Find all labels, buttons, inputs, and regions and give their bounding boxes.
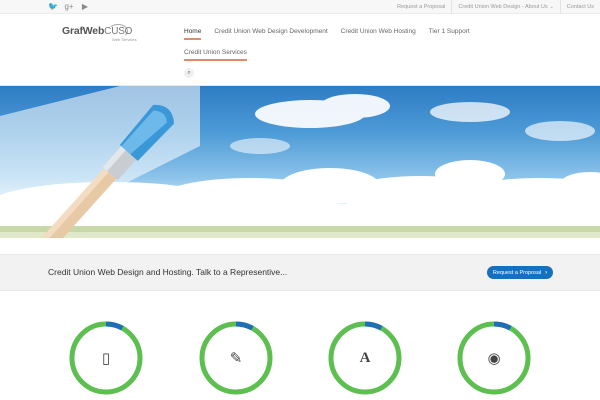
top-links: Request a Proposal Credit Union Web Desi… xyxy=(391,0,600,14)
hero-banner xyxy=(0,86,600,238)
site-logo[interactable]: GrafWebCUSO Web Services xyxy=(62,22,137,44)
chevron-down-icon: ⌄ xyxy=(549,4,554,10)
request-proposal-link[interactable]: Request a Proposal xyxy=(391,0,451,14)
top-bar: 🐦 g+ ▶ Request a Proposal Credit Union W… xyxy=(0,0,600,14)
search-button[interactable]: ⌕ xyxy=(184,68,194,78)
nav-tier1-support[interactable]: Tier 1 Support xyxy=(429,27,470,37)
nav-web-hosting[interactable]: Credit Union Web Hosting xyxy=(341,27,416,37)
eye-icon: ◉ xyxy=(487,350,501,367)
logo-main-text: GrafWeb xyxy=(62,25,105,37)
youtube-icon[interactable]: ▶ xyxy=(80,1,90,12)
nav-home[interactable]: Home xyxy=(184,27,202,40)
google-plus-icon[interactable]: g+ xyxy=(64,1,74,12)
social-links: 🐦 g+ ▶ xyxy=(48,1,90,12)
cta-text: Credit Union Web Design and Hosting. Tal… xyxy=(48,267,288,277)
request-proposal-button-label: Request a Proposal xyxy=(492,269,542,276)
mobile-icon: ▯ xyxy=(101,350,111,367)
logo-text: GrafWebCUSO xyxy=(62,25,132,37)
logo-subtitle: Web Services xyxy=(112,37,137,42)
contact-us-link[interactable]: Contact Us xyxy=(559,0,600,14)
logo-accent-text: CUSO xyxy=(104,26,133,37)
feature-circle-design[interactable]: ✎ xyxy=(198,320,274,396)
main-nav: Home Credit Union Web Design Development… xyxy=(184,25,470,61)
feature-circle-typography[interactable]: A xyxy=(327,320,403,396)
chevron-right-icon: › xyxy=(545,269,548,276)
hero-image xyxy=(0,86,600,238)
twitter-icon[interactable]: 🐦 xyxy=(48,1,58,12)
site-header: GrafWebCUSO Web Services Home Credit Uni… xyxy=(0,14,600,86)
search-icon: ⌕ xyxy=(187,69,191,76)
pencil-icon: ✎ xyxy=(229,350,243,367)
cta-band: Credit Union Web Design and Hosting. Tal… xyxy=(0,254,600,291)
nav-services[interactable]: Credit Union Services xyxy=(184,48,247,61)
request-proposal-button[interactable]: Request a Proposal › xyxy=(487,266,553,279)
nav-web-design[interactable]: Credit Union Web Design Development xyxy=(214,27,327,37)
about-us-link-label: Credit Union Web Design - About Us xyxy=(458,4,548,10)
font-icon: A xyxy=(359,349,371,366)
about-us-link[interactable]: Credit Union Web Design - About Us ⌄ xyxy=(451,0,559,14)
feature-circle-mobile[interactable]: ▯ xyxy=(68,320,144,396)
feature-circle-visibility[interactable]: ◉ xyxy=(456,320,532,396)
